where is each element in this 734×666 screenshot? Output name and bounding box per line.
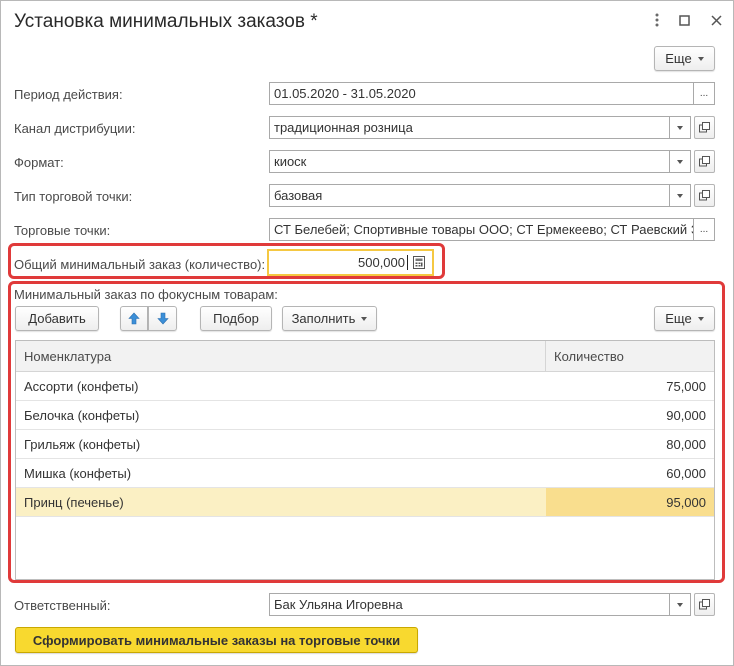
- table-row[interactable]: Ассорти (конфеты) 75,000: [16, 372, 714, 401]
- row-item: Ассорти (конфеты): [24, 378, 139, 394]
- point-type-field[interactable]: базовая: [269, 184, 670, 207]
- chevron-down-icon: [677, 602, 683, 607]
- format-field[interactable]: киоск: [269, 150, 670, 173]
- format-value: киоск: [274, 154, 307, 169]
- period-label: Период действия:: [14, 87, 123, 102]
- add-button-label: Добавить: [28, 311, 86, 326]
- form-window: Установка минимальных заказов * Еще Пери…: [0, 0, 734, 666]
- row-item: Грильяж (конфеты): [24, 436, 141, 452]
- row-item: Мишка (конфеты): [24, 465, 132, 481]
- points-select-button[interactable]: ...: [694, 218, 715, 241]
- arrow-up-icon: [128, 312, 140, 325]
- more-options-icon[interactable]: [646, 9, 668, 31]
- fill-button[interactable]: Заполнить: [282, 306, 377, 331]
- channel-open-button[interactable]: [694, 116, 715, 139]
- add-button[interactable]: Добавить: [15, 306, 99, 331]
- pick-button[interactable]: Подбор: [200, 306, 272, 331]
- more-button[interactable]: Еще: [654, 46, 715, 71]
- responsible-dropdown-button[interactable]: [670, 593, 691, 616]
- channel-value: традиционная розница: [274, 120, 413, 135]
- fill-button-label: Заполнить: [291, 311, 356, 326]
- chevron-down-icon: [677, 159, 683, 164]
- row-item: Белочка (конфеты): [24, 407, 140, 423]
- table-header: Номенклатура Количество: [16, 341, 714, 372]
- focus-group-title: Минимальный заказ по фокусным товарам:: [14, 287, 278, 302]
- close-icon[interactable]: [705, 9, 727, 31]
- responsible-label: Ответственный:: [14, 598, 111, 613]
- open-link-icon: [699, 156, 710, 167]
- more-button-label: Еще: [665, 51, 692, 66]
- period-field[interactable]: 01.05.2020 - 31.05.2020: [269, 82, 694, 105]
- open-link-icon: [699, 599, 710, 610]
- period-value: 01.05.2020 - 31.05.2020: [274, 86, 416, 101]
- column-header-item[interactable]: Номенклатура: [24, 341, 111, 372]
- format-open-button[interactable]: [694, 150, 715, 173]
- total-order-value: 500,000: [358, 255, 405, 270]
- responsible-value: Бак Ульяна Игоревна: [274, 597, 403, 612]
- row-qty: 95,000: [546, 488, 714, 516]
- focus-goods-table: Номенклатура Количество Ассорти (конфеты…: [15, 340, 715, 580]
- open-link-icon: [699, 122, 710, 133]
- channel-field[interactable]: традиционная розница: [269, 116, 670, 139]
- row-qty: 90,000: [666, 407, 706, 423]
- responsible-open-button[interactable]: [694, 593, 715, 616]
- point-type-open-button[interactable]: [694, 184, 715, 207]
- format-label: Формат:: [14, 155, 64, 170]
- chevron-down-icon: [697, 316, 704, 321]
- point-type-label: Тип торговой точки:: [14, 189, 133, 204]
- row-qty: 80,000: [666, 436, 706, 452]
- pick-button-label: Подбор: [213, 311, 259, 326]
- table-more-button-label: Еще: [665, 311, 692, 326]
- row-qty: 60,000: [666, 465, 706, 481]
- row-item: Принц (печенье): [24, 494, 124, 510]
- column-divider: [545, 341, 546, 372]
- maximize-icon[interactable]: [673, 9, 695, 31]
- column-header-qty[interactable]: Количество: [554, 341, 624, 372]
- move-down-button[interactable]: [148, 306, 177, 331]
- arrow-down-icon: [156, 312, 169, 325]
- total-order-field[interactable]: 500,000: [267, 249, 434, 276]
- chevron-down-icon: [697, 56, 704, 61]
- channel-label: Канал дистрибуции:: [14, 121, 136, 136]
- table-row[interactable]: Белочка (конфеты) 90,000: [16, 401, 714, 430]
- table-row-selected[interactable]: Принц (печенье) 95,000: [16, 488, 714, 517]
- chevron-down-icon: [361, 316, 368, 321]
- ellipsis-icon: ...: [699, 224, 709, 235]
- ellipsis-icon: ...: [699, 88, 709, 99]
- points-field[interactable]: СТ Белебей; Спортивные товары ООО; СТ Ер…: [269, 218, 694, 241]
- open-link-icon: [699, 190, 710, 201]
- point-type-dropdown-button[interactable]: [670, 184, 691, 207]
- responsible-field[interactable]: Бак Ульяна Игоревна: [269, 593, 670, 616]
- table-row[interactable]: Грильяж (конфеты) 80,000: [16, 430, 714, 459]
- generate-orders-button[interactable]: Сформировать минимальные заказы на торго…: [15, 627, 418, 653]
- points-value: СТ Белебей; Спортивные товары ООО; СТ Ер…: [274, 222, 694, 237]
- points-label: Торговые точки:: [14, 223, 111, 238]
- row-qty: 75,000: [666, 378, 706, 394]
- format-dropdown-button[interactable]: [670, 150, 691, 173]
- channel-dropdown-button[interactable]: [670, 116, 691, 139]
- chevron-down-icon: [677, 125, 683, 130]
- table-more-button[interactable]: Еще: [654, 306, 715, 331]
- text-cursor: [407, 255, 408, 270]
- move-up-button[interactable]: [120, 306, 148, 331]
- table-row[interactable]: Мишка (конфеты) 60,000: [16, 459, 714, 488]
- generate-orders-label: Сформировать минимальные заказы на торго…: [32, 632, 401, 648]
- total-order-label: Общий минимальный заказ (количество):: [14, 257, 266, 272]
- window-title: Установка минимальных заказов *: [14, 11, 318, 32]
- calculator-icon[interactable]: [413, 256, 425, 269]
- point-type-value: базовая: [274, 188, 323, 203]
- period-select-button[interactable]: ...: [694, 82, 715, 105]
- chevron-down-icon: [677, 193, 683, 198]
